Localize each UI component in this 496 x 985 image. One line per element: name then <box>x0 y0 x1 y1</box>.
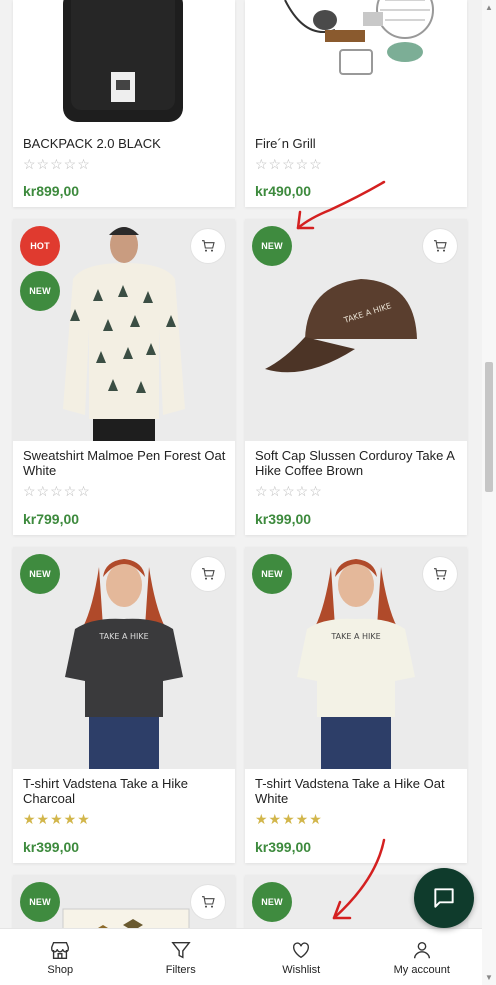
product-title[interactable]: T-shirt Vadstena Take a Hike Charcoal <box>23 776 227 806</box>
user-icon <box>413 941 430 958</box>
tee-print-text: TAKE A HIKE <box>330 632 380 641</box>
rating-stars: ☆☆☆☆☆ <box>23 483 91 499</box>
hot-badge: HOT <box>20 226 60 266</box>
cart-icon <box>202 896 215 908</box>
nav-wishlist[interactable]: Wishlist <box>241 929 362 985</box>
new-badge: NEW <box>252 554 292 594</box>
nav-shop[interactable]: Shop <box>0 929 121 985</box>
product-title[interactable]: Fire´n Grill <box>255 136 459 151</box>
nav-wishlist-label: Wishlist <box>282 963 321 976</box>
rating-stars: ☆☆☆☆☆ <box>255 156 323 172</box>
product-title[interactable]: Sweatshirt Malmoe Pen Forest Oat White <box>23 448 227 478</box>
product-price: kr399,00 <box>255 511 312 527</box>
cart-icon <box>434 568 447 580</box>
add-to-cart-button[interactable] <box>191 229 225 263</box>
product-card[interactable]: HOT NEW Sweatshirt Malmoe Pen Forest Oat… <box>13 219 235 535</box>
rating-stars: ★★★★★ <box>255 811 323 827</box>
cart-icon <box>434 240 447 252</box>
bottom-navigation: Shop Filters Wishlist My account <box>0 928 482 985</box>
product-price: kr490,00 <box>255 183 312 199</box>
cart-icon <box>202 568 215 580</box>
rating-stars: ☆☆☆☆☆ <box>255 483 323 499</box>
rating-stars: ★★★★★ <box>23 811 91 827</box>
nav-shop-label: Shop <box>47 963 74 976</box>
scroll-down-arrow-icon[interactable]: ▼ <box>485 973 493 982</box>
add-to-cart-button[interactable] <box>191 885 225 919</box>
product-price: kr899,00 <box>23 183 80 199</box>
scroll-up-arrow-icon[interactable]: ▲ <box>485 3 493 12</box>
nav-filters[interactable]: Filters <box>121 929 242 985</box>
new-badge: NEW <box>252 226 292 266</box>
new-badge: NEW <box>20 882 60 922</box>
chat-icon <box>434 888 454 908</box>
new-badge: NEW <box>252 882 292 922</box>
page-scrollbar[interactable]: ▲ ▼ <box>482 0 496 985</box>
cart-icon <box>202 240 215 252</box>
nav-my-account[interactable]: My account <box>362 929 483 985</box>
add-to-cart-button[interactable] <box>191 557 225 591</box>
product-price: kr399,00 <box>23 839 80 855</box>
product-card[interactable]: TAKE A HIKE NEW T-shirt Vadstena Take a … <box>13 547 235 863</box>
product-image[interactable] <box>13 0 235 130</box>
filter-icon <box>171 941 191 958</box>
chat-button[interactable] <box>414 868 474 928</box>
product-card[interactable]: BACKPACK 2.0 BLACK ☆☆☆☆☆ kr899,00 <box>13 0 235 207</box>
add-to-cart-button[interactable] <box>423 229 457 263</box>
shop-icon <box>51 941 70 959</box>
nav-my-account-label: My account <box>393 963 450 976</box>
product-card[interactable]: Fire´n Grill ☆☆☆☆☆ kr490,00 <box>245 0 467 207</box>
tee-print-text: TAKE A HIKE <box>98 632 148 641</box>
add-to-cart-button[interactable] <box>423 557 457 591</box>
product-price: kr399,00 <box>255 839 312 855</box>
product-card[interactable]: TAKE A HIKE NEW Soft Cap Slussen Corduro… <box>245 219 467 535</box>
rating-stars: ☆☆☆☆☆ <box>23 156 91 172</box>
product-image[interactable] <box>245 0 467 130</box>
product-grid-page: BACKPACK 2.0 BLACK ☆☆☆☆☆ kr899,00 Fire´n… <box>0 0 482 985</box>
heart-icon <box>293 941 310 958</box>
nav-filters-label: Filters <box>165 963 196 976</box>
scrollbar-thumb[interactable] <box>485 362 493 492</box>
product-price: kr799,00 <box>23 511 80 527</box>
product-title[interactable]: BACKPACK 2.0 BLACK <box>23 136 227 151</box>
product-card[interactable]: TAKE A HIKE NEW T-shirt Vadstena Take a … <box>245 547 467 863</box>
product-title[interactable]: T-shirt Vadstena Take a Hike Oat White <box>255 776 459 806</box>
new-badge: NEW <box>20 271 60 311</box>
product-title[interactable]: Soft Cap Slussen Corduroy Take A Hike Co… <box>255 448 459 478</box>
new-badge: NEW <box>20 554 60 594</box>
